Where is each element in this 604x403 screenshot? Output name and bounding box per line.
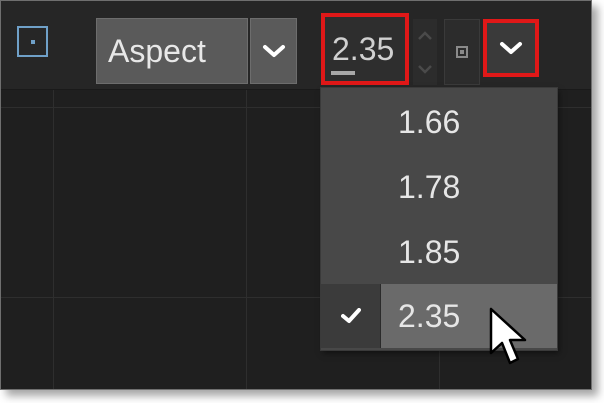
- spin-up-button[interactable]: [413, 19, 437, 52]
- menu-item-label: 2.35: [398, 297, 461, 334]
- frame-icon: [456, 46, 468, 58]
- checkmark-icon: [340, 308, 361, 323]
- menu-item-label: 1.85: [398, 233, 461, 270]
- value-slider-indicator: [331, 71, 355, 75]
- mode-dropdown-button[interactable]: [250, 18, 297, 84]
- arrow-up-icon: [418, 30, 432, 40]
- chevron-down-icon: [500, 42, 522, 54]
- check-column: [321, 220, 381, 284]
- aspect-value-text: 2.35: [332, 31, 395, 67]
- aspect-presets-dropdown-button[interactable]: [483, 19, 539, 77]
- menu-item-1-85[interactable]: 1.85: [321, 220, 557, 284]
- menu-item-label: 1.66: [398, 103, 461, 140]
- menu-item-1-66[interactable]: 1.66: [321, 90, 557, 154]
- aspect-value-field[interactable]: 2.35: [321, 13, 409, 85]
- fit-frame-button[interactable]: [444, 19, 480, 85]
- menu-item-label: 1.78: [398, 168, 461, 205]
- check-column: [321, 284, 381, 348]
- value-spinner: [413, 19, 437, 85]
- chevron-down-icon: [262, 45, 285, 57]
- arrow-down-icon: [418, 64, 432, 74]
- toolbar: Aspect 2.35: [1, 1, 591, 90]
- center-dot: [30, 39, 35, 44]
- mode-select-label: Aspect: [108, 32, 206, 69]
- spin-down-button[interactable]: [413, 52, 437, 85]
- mouse-pointer-icon: [489, 307, 527, 365]
- menu-item-1-78[interactable]: 1.78: [321, 155, 557, 219]
- check-column: [321, 90, 381, 154]
- mode-select[interactable]: Aspect: [96, 18, 248, 84]
- frame-icon-center: [460, 50, 464, 54]
- frame-guide-toggle-icon[interactable]: [17, 26, 48, 57]
- viewer-window: Aspect 2.35 1.66 1.78 1.85 2.35: [0, 0, 592, 390]
- check-column: [321, 155, 381, 219]
